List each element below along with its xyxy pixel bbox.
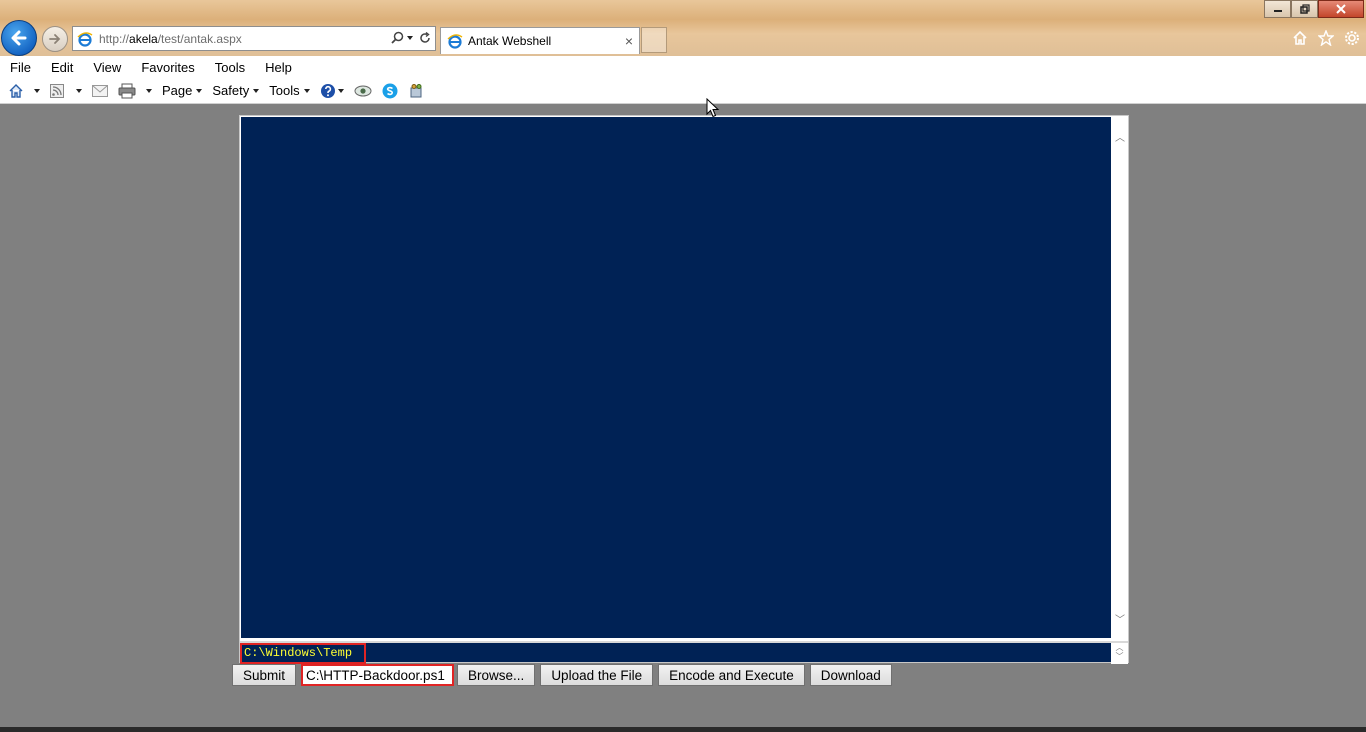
- chevron-down-icon[interactable]: [146, 88, 152, 93]
- menu-file[interactable]: File: [0, 60, 41, 75]
- input-spinner[interactable]: ︿ ﹀: [1111, 643, 1128, 664]
- chevron-down-icon: [196, 88, 203, 93]
- minimize-button[interactable]: [1264, 0, 1291, 18]
- home-cmd-button[interactable]: [8, 83, 40, 99]
- close-icon: [1336, 4, 1346, 14]
- menu-edit[interactable]: Edit: [41, 60, 83, 75]
- feeds-cmd-button[interactable]: [50, 83, 82, 98]
- back-button[interactable]: [1, 20, 37, 56]
- command-bar: Page Safety Tools: [0, 78, 1366, 104]
- menu-help[interactable]: Help: [255, 60, 302, 75]
- scroll-up-icon[interactable]: ︿: [1115, 129, 1125, 144]
- safety-cmd-menu[interactable]: Safety: [212, 83, 260, 98]
- mouse-cursor-icon: [706, 98, 720, 118]
- favorites-star-icon[interactable]: [1318, 30, 1334, 46]
- search-icon[interactable]: [391, 31, 404, 44]
- menu-tools[interactable]: Tools: [205, 60, 255, 75]
- chevron-down-icon: [303, 88, 310, 93]
- tools-cmd-menu[interactable]: Tools: [269, 83, 310, 98]
- console-frame: ︿ ﹀ C:\Windows\Temp ︿ ﹀: [239, 115, 1129, 664]
- gear-icon[interactable]: [1344, 30, 1360, 46]
- encode-execute-button[interactable]: Encode and Execute: [658, 664, 805, 686]
- chevron-down-icon: [253, 88, 260, 93]
- tab-antak-webshell[interactable]: Antak Webshell ×: [440, 27, 640, 54]
- chevron-down-icon: [337, 88, 344, 93]
- search-dropdown-icon[interactable]: [407, 35, 413, 40]
- printer-icon: [118, 83, 136, 98]
- taskbar: [0, 727, 1366, 732]
- scroll-down-icon[interactable]: ﹀: [1115, 611, 1125, 626]
- restore-icon: [1299, 4, 1310, 14]
- action-controls: Submit C:\HTTP-Backdoor.ps1 Browse... Up…: [232, 663, 897, 687]
- close-tab-icon[interactable]: ×: [625, 33, 633, 49]
- home-icon[interactable]: [1292, 30, 1308, 46]
- skype-icon: [382, 83, 398, 98]
- skype-cmd-button[interactable]: [382, 83, 398, 99]
- ie-tab-icon: [447, 34, 463, 49]
- address-url[interactable]: http://akela/test/antak.aspx: [99, 32, 242, 46]
- new-tab-button[interactable]: [641, 27, 667, 53]
- mail-cmd-button[interactable]: [92, 84, 108, 97]
- page-cmd-menu[interactable]: Page: [162, 83, 203, 98]
- menu-bar: File Edit View Favorites Tools Help: [0, 56, 1366, 78]
- window-controls: [1264, 0, 1364, 18]
- command-input-row: C:\Windows\Temp ︿ ﹀: [240, 641, 1128, 664]
- command-input[interactable]: C:\Windows\Temp: [240, 643, 366, 664]
- arrow-right-icon: [49, 34, 61, 44]
- console-output: [241, 117, 1111, 638]
- home-icon: [9, 83, 23, 98]
- download-button[interactable]: Download: [809, 664, 892, 686]
- ie-logo-icon: [77, 31, 93, 47]
- browse-button[interactable]: Browse...: [457, 664, 536, 686]
- chevron-down-icon[interactable]: [34, 88, 40, 93]
- minimize-icon: [1273, 10, 1282, 12]
- address-bar[interactable]: http://akela/test/antak.aspx: [72, 26, 436, 51]
- help-cmd-button[interactable]: [320, 83, 344, 99]
- upload-file-button[interactable]: Upload the File: [540, 664, 654, 686]
- chevron-down-icon[interactable]: [76, 88, 82, 93]
- extension-icon: [410, 83, 422, 97]
- print-cmd-button[interactable]: [118, 83, 152, 99]
- file-path-field[interactable]: C:\HTTP-Backdoor.ps1: [301, 664, 455, 686]
- research-cmd-button[interactable]: [354, 84, 372, 98]
- browser-chrome: http://akela/test/antak.aspx Antak Websh…: [0, 0, 1366, 56]
- arrow-left-icon: [11, 30, 27, 46]
- refresh-icon[interactable]: [419, 31, 431, 44]
- close-window-button[interactable]: [1318, 0, 1364, 18]
- browser-right-icons: [1292, 30, 1360, 46]
- menu-favorites[interactable]: Favorites: [131, 60, 204, 75]
- rss-feed-icon: [50, 83, 64, 98]
- console-scrollbar[interactable]: ︿ ﹀: [1111, 117, 1128, 638]
- forward-button[interactable]: [42, 26, 68, 52]
- menu-view[interactable]: View: [83, 60, 131, 75]
- help-icon: [320, 83, 335, 98]
- submit-button[interactable]: Submit: [232, 664, 297, 686]
- restore-button[interactable]: [1291, 0, 1318, 18]
- eye-icon: [354, 85, 372, 96]
- mail-icon: [92, 84, 108, 97]
- tab-title: Antak Webshell: [468, 34, 552, 48]
- extension-cmd-button[interactable]: [408, 83, 424, 99]
